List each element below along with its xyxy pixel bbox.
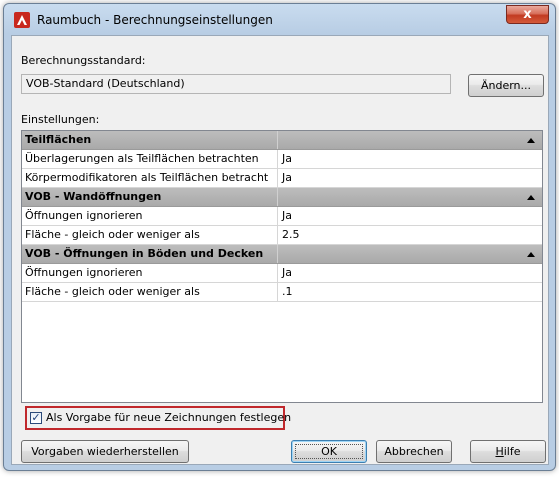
category-name: VOB - Wandöffnungen [22, 188, 278, 206]
property-name: Öffnungen ignorieren [22, 207, 278, 225]
dialog-client-area: Berechnungsstandard: VOB-Standard (Deuts… [11, 35, 549, 465]
window-title: Raumbuch - Berechnungseinstellungen [37, 13, 273, 27]
property-name: Öffnungen ignorieren [22, 264, 278, 282]
cancel-button[interactable]: Abbrechen [376, 440, 452, 463]
autocad-app-icon [14, 12, 30, 28]
category-value-cell [279, 188, 542, 206]
property-name: Überlagerungen als Teilflächen betrachte… [22, 150, 278, 168]
default-checkbox[interactable]: ✓ [30, 412, 42, 424]
property-value[interactable]: Ja [279, 207, 542, 225]
standard-label: Berechnungsstandard: [21, 54, 146, 67]
property-value[interactable]: .1 [279, 283, 542, 301]
desktop: Raumbuch - Berechnungseinstellungen x Be… [0, 0, 559, 477]
property-row[interactable]: Öffnungen ignorieren Ja [22, 207, 542, 226]
category-row[interactable]: Teilflächen [22, 131, 542, 150]
property-row[interactable]: Überlagerungen als Teilflächen betrachte… [22, 150, 542, 169]
property-row[interactable]: Fläche - gleich oder weniger als 2.5 [22, 226, 542, 245]
default-checkbox-label[interactable]: Als Vorgabe für neue Zeichnungen festleg… [46, 411, 291, 424]
property-row[interactable]: Körpermodifikatoren als Teilflächen betr… [22, 169, 542, 188]
category-row[interactable]: VOB - Öffnungen in Böden und Decken [22, 245, 542, 264]
help-button[interactable]: Hilfe [470, 440, 546, 463]
change-button[interactable]: Ändern... [468, 74, 544, 97]
property-value[interactable]: 2.5 [279, 226, 542, 244]
property-row[interactable]: Öffnungen ignorieren Ja [22, 264, 542, 283]
property-value[interactable]: Ja [279, 169, 542, 187]
settings-property-grid[interactable]: Teilflächen Überlagerungen als Teilfläch… [21, 130, 543, 403]
category-value-cell [279, 245, 542, 263]
standard-field: VOB-Standard (Deutschland) [21, 74, 451, 94]
dialog-window: Raumbuch - Berechnungseinstellungen x Be… [3, 3, 556, 471]
category-name: Teilflächen [22, 131, 278, 149]
property-name: Fläche - gleich oder weniger als [22, 226, 278, 244]
property-name: Körpermodifikatoren als Teilflächen betr… [22, 169, 278, 187]
collapse-icon[interactable] [527, 252, 535, 257]
collapse-icon[interactable] [527, 138, 535, 143]
restore-defaults-button[interactable]: Vorgaben wiederherstellen [21, 440, 189, 463]
focus-rect [295, 444, 363, 459]
property-row[interactable]: Fläche - gleich oder weniger als .1 [22, 283, 542, 302]
help-label-rest: ilfe [503, 445, 521, 458]
title-bar[interactable]: Raumbuch - Berechnungseinstellungen x [4, 4, 555, 36]
settings-label: Einstellungen: [21, 113, 100, 126]
category-value-cell [279, 131, 542, 149]
ok-button[interactable]: OK [291, 440, 367, 463]
help-mnemonic: H [495, 445, 504, 458]
property-value[interactable]: Ja [279, 264, 542, 282]
category-name: VOB - Öffnungen in Böden und Decken [22, 245, 278, 263]
property-value[interactable]: Ja [279, 150, 542, 168]
category-row[interactable]: VOB - Wandöffnungen [22, 188, 542, 207]
close-button[interactable]: x [506, 5, 549, 24]
collapse-icon[interactable] [527, 195, 535, 200]
property-name: Fläche - gleich oder weniger als [22, 283, 278, 301]
default-checkbox-highlight: ✓ Als Vorgabe für neue Zeichnungen festl… [25, 406, 291, 430]
